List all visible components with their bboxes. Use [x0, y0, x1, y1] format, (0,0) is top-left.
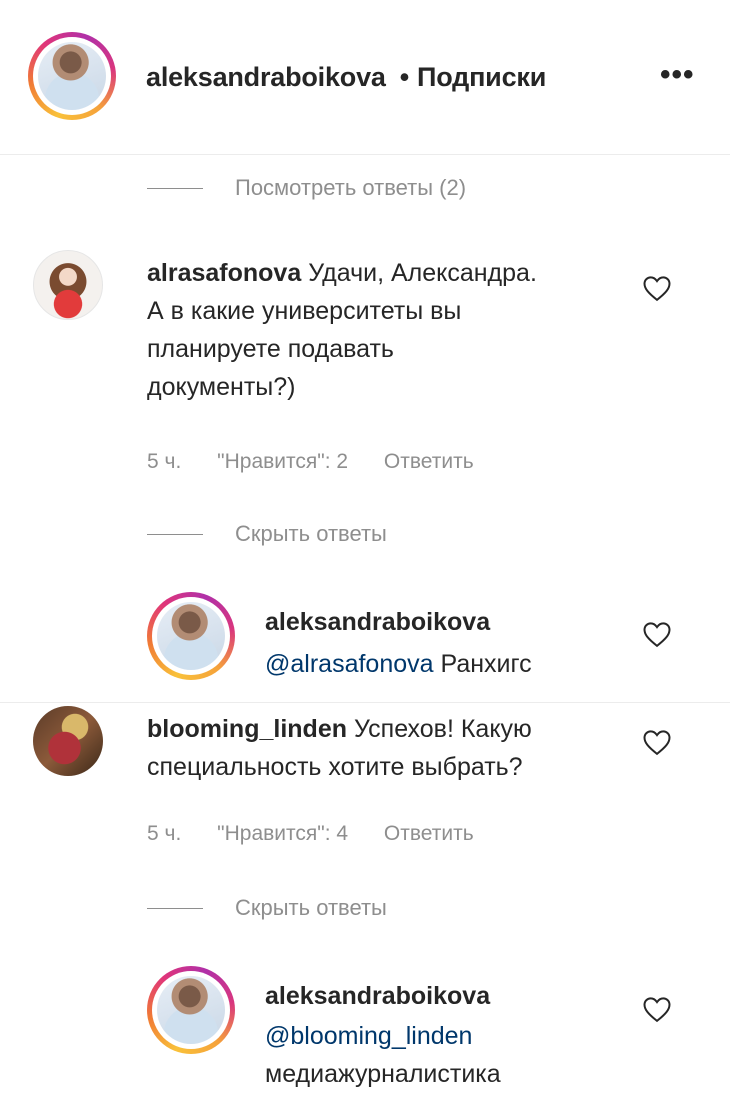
post-header: aleksandraboikova • Подписки •••	[0, 0, 730, 155]
reply-text: @blooming_linden медиажурналистика	[265, 1017, 605, 1093]
reply-body: Ранхигс	[440, 650, 532, 678]
commenter-avatar-blooming-linden[interactable]	[33, 706, 103, 776]
comment-username[interactable]: blooming_linden	[147, 715, 347, 743]
comment-likes[interactable]: "Нравится": 2	[217, 450, 348, 473]
comment-text-line-2: А в какие университеты вы	[147, 297, 462, 325]
comment-text-line-2: специальность хотите выбрать?	[147, 753, 523, 781]
comment-meta: 5 ч. "Нравится": 2 Ответить	[147, 450, 504, 474]
comment-text-line-1: Успехов! Какую	[353, 715, 532, 743]
comment-username[interactable]: alrasafonova	[147, 259, 301, 287]
like-heart-icon[interactable]	[642, 620, 672, 648]
toggle-line	[147, 533, 203, 535]
comment-text-line-3: планируете подавать	[147, 335, 394, 363]
comment-text-line-1: Удачи, Александра.	[308, 259, 537, 287]
more-options-icon[interactable]: •••	[660, 58, 695, 92]
comment-alrasafonova: alrasafonova Удачи, Александра. А в каки…	[147, 254, 617, 406]
reply-mention[interactable]: @alrasafonova	[265, 650, 434, 678]
reply-text: @alrasafonova Ранхигс	[265, 645, 605, 683]
commenter-avatar-alrasafonova[interactable]	[33, 250, 103, 320]
hide-replies-toggle[interactable]: Скрыть ответы	[147, 521, 387, 547]
author-avatar[interactable]	[28, 32, 116, 120]
comment-text-line-4: документы?)	[147, 373, 296, 401]
reply-avatar[interactable]	[147, 592, 235, 680]
reply-button[interactable]: Ответить	[384, 822, 474, 845]
hide-replies-toggle[interactable]: Скрыть ответы	[147, 895, 387, 921]
comment-time: 5 ч.	[147, 450, 182, 473]
reply-username[interactable]: aleksandraboikova	[265, 982, 490, 1011]
view-replies-toggle[interactable]: Посмотреть ответы (2)	[147, 175, 466, 201]
reply-avatar[interactable]	[147, 966, 235, 1054]
comment-time: 5 ч.	[147, 822, 182, 845]
toggle-line	[147, 907, 203, 909]
hide-replies-label: Скрыть ответы	[235, 521, 387, 546]
header-separator: •	[399, 62, 409, 92]
reply-mention[interactable]: @blooming_linden	[265, 1022, 472, 1050]
reply-button[interactable]: Ответить	[384, 450, 474, 473]
comment-blooming-linden: blooming_linden Успехов! Какую специальн…	[147, 710, 617, 786]
author-username[interactable]: aleksandraboikova	[146, 62, 386, 92]
hide-replies-label: Скрыть ответы	[235, 895, 387, 920]
like-heart-icon[interactable]	[642, 995, 672, 1023]
header-title: aleksandraboikova • Подписки	[146, 62, 546, 93]
toggle-line	[147, 187, 203, 189]
view-replies-label: Посмотреть ответы (2)	[235, 175, 467, 200]
comment-meta: 5 ч. "Нравится": 4 Ответить	[147, 822, 504, 846]
reply-body: медиажурналистика	[265, 1060, 501, 1088]
like-heart-icon[interactable]	[642, 728, 672, 756]
following-button[interactable]: Подписки	[417, 62, 546, 92]
like-heart-icon[interactable]	[642, 274, 672, 302]
comment-likes[interactable]: "Нравится": 4	[217, 822, 348, 845]
reply-username[interactable]: aleksandraboikova	[265, 608, 490, 637]
